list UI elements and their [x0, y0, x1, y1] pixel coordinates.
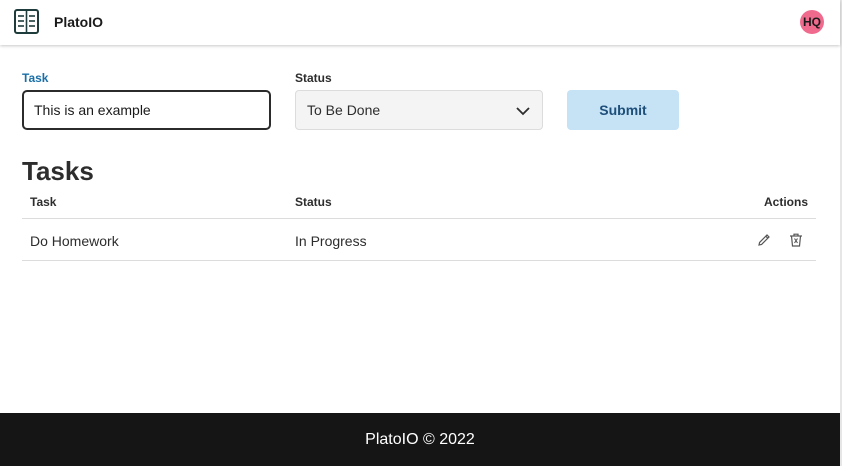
- footer-text: PlatoIO © 2022: [365, 430, 475, 448]
- status-select[interactable]: To Be Done: [295, 90, 543, 130]
- footer: PlatoIO © 2022: [0, 413, 840, 466]
- delete-icon[interactable]: [788, 232, 804, 248]
- status-select-value: To Be Done: [307, 102, 381, 118]
- status-label: Status: [295, 71, 332, 85]
- chevron-down-icon: [516, 104, 530, 118]
- table-header-divider: [22, 218, 816, 219]
- column-header-task: Task: [30, 195, 57, 209]
- brand-name[interactable]: PlatoIO: [54, 14, 103, 30]
- tasks-heading: Tasks: [22, 156, 94, 186]
- column-header-status: Status: [295, 195, 332, 209]
- submit-button[interactable]: Submit: [567, 90, 679, 130]
- task-input[interactable]: [22, 90, 271, 130]
- user-avatar[interactable]: HQ: [800, 10, 824, 34]
- navbar: PlatoIO HQ: [0, 0, 840, 45]
- edit-icon[interactable]: [756, 232, 772, 248]
- task-cell: Do Homework: [30, 233, 119, 249]
- task-label: Task: [22, 71, 49, 85]
- table-row-divider: [22, 260, 816, 261]
- list-document-icon[interactable]: [14, 9, 39, 34]
- column-header-actions: Actions: [764, 195, 809, 209]
- status-cell: In Progress: [295, 233, 367, 249]
